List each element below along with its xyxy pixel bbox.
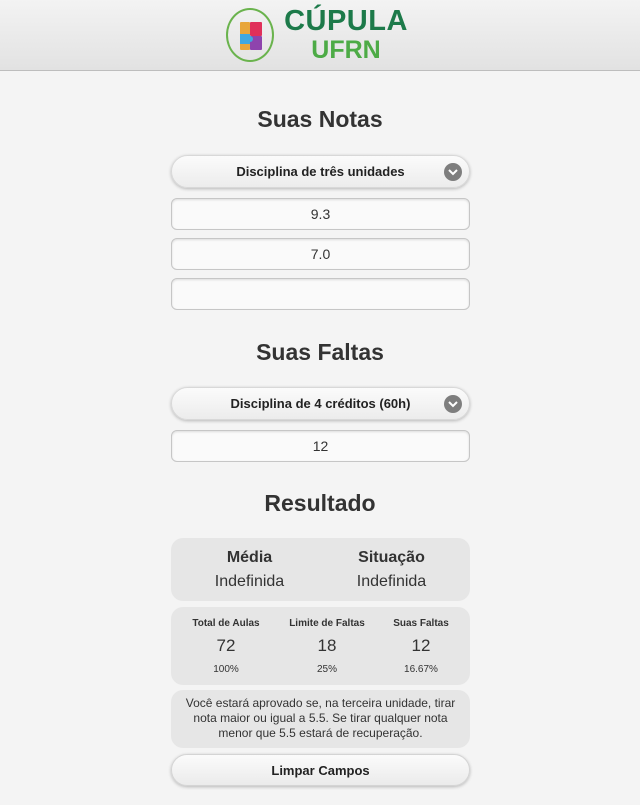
stat-label: Suas Faltas [393,618,449,629]
chevron-down-icon [444,163,462,181]
result-message: Você estará aprovado se, na terceira uni… [185,696,456,740]
stat-label: Total de Aulas [192,618,260,629]
chevron-down-icon [444,395,462,413]
stat-value: 18 [317,636,337,655]
stat-value: 12 [411,636,431,655]
logo-title: CÚPULA [284,5,408,37]
grades-select-value: Disciplina de três unidades [236,164,405,179]
logo-subtitle: UFRN [311,36,381,64]
absences-select-value: Disciplina de 4 créditos (60h) [230,396,411,411]
grades-title: Suas Notas [257,106,383,132]
logo-emblem-icon [226,8,275,62]
result-message-card: Você estará aprovado se, na terceira uni… [171,690,470,748]
stat-percent: 25% [316,664,337,675]
situacao-value: Indefinida [356,573,427,590]
media-value: Indefinida [214,573,285,590]
media-label: Média [226,549,273,566]
stat-your-absences: Suas Faltas 12 16.67% [371,618,471,675]
grade-input-1[interactable] [171,198,470,230]
absences-input[interactable] [171,430,470,462]
stat-value: 72 [216,636,236,655]
result-summary-card: Média Indefinida Situação Indefinida [171,538,470,601]
situacao-label: Situação [358,549,425,566]
stat-absence-limit: Limite de Faltas 18 25% [277,618,377,675]
result-stats-card: Total de Aulas 72 100% Limite de Faltas … [171,607,470,685]
result-title: Resultado [264,490,376,516]
stat-total-classes: Total de Aulas 72 100% [176,618,276,675]
app-header: CÚPULA UFRN [0,0,640,71]
grades-discipline-select[interactable]: Disciplina de três unidades [171,155,470,188]
stat-percent: 100% [213,664,239,675]
clear-fields-button[interactable]: Limpar Campos [171,754,470,786]
grade-input-3[interactable] [171,278,470,310]
grade-input-2[interactable] [171,238,470,270]
stat-percent: 16.67% [404,664,438,675]
logo: CÚPULA UFRN [226,7,408,63]
absences-title: Suas Faltas [256,339,384,365]
absences-credits-select[interactable]: Disciplina de 4 créditos (60h) [171,387,470,420]
stat-label: Limite de Faltas [289,618,365,629]
